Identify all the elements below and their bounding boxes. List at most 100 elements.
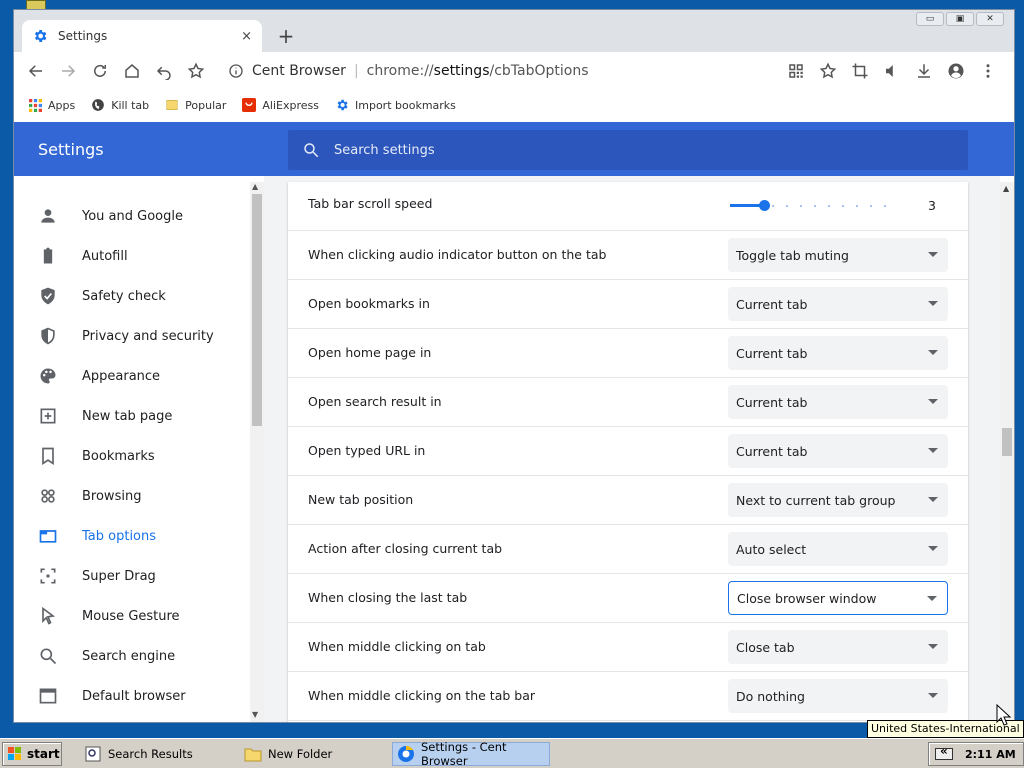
dropdown-value: Auto select	[736, 541, 807, 557]
sidebar-item-mouse-gesture[interactable]: Mouse Gesture	[14, 596, 250, 636]
sidebar-item-label: Autofill	[82, 248, 128, 264]
slider-knob[interactable]	[758, 200, 770, 211]
reload-icon[interactable]	[84, 55, 116, 87]
restore-button[interactable]: ▣	[946, 12, 974, 26]
back-arrow-icon[interactable]	[20, 55, 52, 87]
speaker-icon[interactable]	[876, 55, 908, 87]
home-icon[interactable]	[116, 55, 148, 87]
sidebar-item-label: Default browser	[82, 688, 186, 704]
scroll-down-arrow-icon[interactable]: ▼	[252, 710, 258, 719]
sidebar-item-label: Tab options	[82, 528, 157, 544]
tab-icon	[38, 526, 58, 546]
tab-close-icon[interactable]: ×	[241, 29, 252, 44]
sidebar-item-label: Super Drag	[82, 568, 156, 584]
bookmark-popular[interactable]: Popular	[165, 98, 226, 112]
task-search-results[interactable]: Search Results	[80, 742, 230, 766]
setting-row: Open search result in Current tab	[288, 378, 968, 427]
crop-icon[interactable]	[844, 55, 876, 87]
sidebar-item-bookmarks[interactable]: Bookmarks	[14, 436, 250, 476]
search-settings-input[interactable]: Search settings	[288, 130, 968, 170]
setting-label: Open bookmarks in	[308, 296, 430, 311]
sidebar-item-appearance[interactable]: Appearance	[14, 356, 250, 396]
sidebar-item-new-tab-page[interactable]: New tab page	[14, 396, 250, 436]
sidebar-item-super-drag[interactable]: Super Drag	[14, 556, 250, 596]
sidebar-item-autofill[interactable]: Autofill	[14, 236, 250, 276]
dropdown-value: Current tab	[736, 443, 808, 459]
menu-kebab-icon[interactable]	[972, 55, 1004, 87]
dropdown-arrow-icon	[928, 693, 938, 698]
setting-dropdown[interactable]: Close tab	[728, 630, 948, 664]
gear-icon	[335, 98, 349, 112]
dropdown-arrow-icon	[928, 301, 938, 306]
dropdown-value: Close tab	[736, 639, 795, 655]
sidebar-scrollbar[interactable]: ▲ ▼	[250, 182, 264, 722]
setting-dropdown[interactable]: Current tab	[728, 434, 948, 468]
info-icon[interactable]	[228, 63, 244, 79]
shield-half-icon	[38, 326, 58, 346]
folder-icon	[244, 745, 262, 763]
sidebar-item-search-engine[interactable]: Search engine	[14, 636, 250, 676]
cent-browser-icon	[397, 745, 415, 763]
bookmark-label: AliExpress	[262, 98, 319, 112]
sidebar-item-default-browser[interactable]: Default browser	[14, 676, 250, 716]
bookmark-aliexpress[interactable]: AliExpress	[242, 98, 319, 112]
sidebar-item-label: Privacy and security	[82, 328, 214, 344]
dropdown-arrow-icon	[928, 399, 938, 404]
windows-logo-icon	[8, 747, 21, 760]
new-tab-icon	[38, 406, 58, 426]
setting-dropdown[interactable]: Close browser window	[728, 581, 948, 615]
forward-arrow-icon[interactable]	[52, 55, 84, 87]
sidebar-item-you-and-google[interactable]: You and Google	[14, 196, 250, 236]
bookmark-star-icon[interactable]	[812, 55, 844, 87]
url-host: settings	[433, 63, 490, 79]
qr-code-icon[interactable]	[780, 55, 812, 87]
apps-grid-icon	[28, 98, 42, 112]
toolbar-actions	[780, 55, 844, 87]
scroll-speed-slider[interactable]	[730, 196, 898, 216]
new-tab-button[interactable]: +	[274, 24, 298, 48]
task-cent-browser[interactable]: Settings - Cent Browser	[392, 740, 550, 768]
profile-avatar-icon[interactable]	[940, 55, 972, 87]
minimize-button[interactable]: ▭	[916, 12, 944, 26]
bookmark-kill-tab[interactable]: Kill tab	[91, 98, 149, 112]
sidebar-scroll-thumb[interactable]	[252, 194, 262, 426]
download-icon[interactable]	[908, 55, 940, 87]
dropdown-arrow-icon	[928, 644, 938, 649]
setting-row: When clicking audio indicator button on …	[288, 231, 968, 280]
sidebar-item-privacy-and-security[interactable]: Privacy and security	[14, 316, 250, 356]
task-label: Search Results	[108, 747, 193, 761]
scroll-up-arrow-icon[interactable]: ▲	[252, 182, 258, 191]
taskbar: start Search Results New Folder Settings…	[0, 738, 1024, 768]
setting-label: When closing the last tab	[308, 590, 468, 605]
setting-dropdown[interactable]: Current tab	[728, 336, 948, 370]
star-icon[interactable]	[180, 55, 212, 87]
sidebar-item-safety-check[interactable]: Safety check	[14, 276, 250, 316]
setting-dropdown[interactable]: Current tab	[728, 385, 948, 419]
setting-dropdown[interactable]: Next to current tab group	[728, 483, 948, 517]
search-results-icon	[84, 745, 102, 763]
scroll-up-arrow-icon[interactable]: ▲	[1003, 184, 1009, 193]
setting-dropdown[interactable]: Toggle tab muting	[728, 238, 948, 272]
toolbar: Cent Browser | chrome://settings/cbTabOp…	[14, 52, 1014, 90]
bookmark-apps[interactable]: Apps	[28, 98, 75, 112]
bookmarks-bar: Apps Kill tab Popular AliExpress Import …	[14, 90, 1014, 120]
start-button[interactable]: start	[2, 742, 62, 766]
undo-close-tab-icon[interactable]	[148, 55, 180, 87]
shield-check-icon	[38, 286, 58, 306]
setting-dropdown[interactable]: Do nothing	[728, 679, 948, 713]
setting-label: New tab position	[308, 492, 414, 507]
desktop-icon-fragment[interactable]	[26, 0, 46, 10]
tab-settings[interactable]: Settings ×	[22, 20, 262, 52]
setting-dropdown[interactable]: Current tab	[728, 287, 948, 321]
tray-expand-button[interactable]: «	[940, 744, 948, 758]
close-window-button[interactable]: ✕	[976, 12, 1004, 26]
search-placeholder: Search settings	[334, 142, 435, 158]
task-new-folder[interactable]: New Folder	[240, 742, 390, 766]
sidebar-item-tab-options[interactable]: Tab options	[14, 516, 250, 556]
sidebar-item-browsing[interactable]: Browsing	[14, 476, 250, 516]
setting-dropdown[interactable]: Auto select	[728, 532, 948, 566]
bookmark-import[interactable]: Import bookmarks	[335, 98, 456, 112]
page-scrollbar[interactable]: ▲	[1000, 182, 1014, 722]
address-bar[interactable]: Cent Browser | chrome://settings/cbTabOp…	[218, 56, 778, 86]
page-scroll-thumb[interactable]	[1002, 428, 1012, 456]
